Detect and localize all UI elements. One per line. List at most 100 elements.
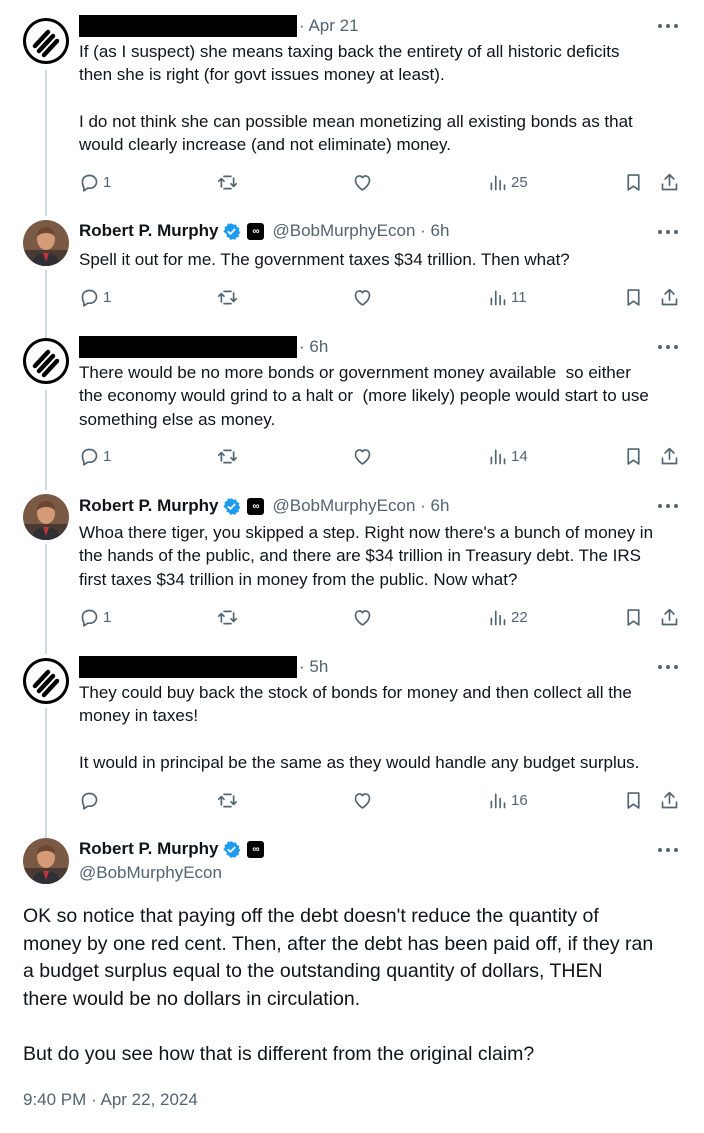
bookmark-icon xyxy=(627,447,640,465)
tweet-timestamp[interactable]: 9:40 PM · Apr 22, 2024 xyxy=(23,1090,198,1110)
more-options-button[interactable] xyxy=(658,23,678,29)
author-handle[interactable]: @BobMurphyEcon xyxy=(79,862,222,884)
views-icon xyxy=(490,793,506,808)
robert-murphy-avatar[interactable] xyxy=(23,838,69,884)
share-button[interactable] xyxy=(659,789,680,811)
tweet-text: They could buy back the stock of bonds f… xyxy=(79,683,640,772)
views-icon xyxy=(490,449,506,464)
more-options-button[interactable] xyxy=(658,229,678,235)
more-options-button[interactable] xyxy=(658,503,678,509)
reply-icon xyxy=(81,609,98,627)
retweet-icon xyxy=(217,793,238,807)
reply-tweet[interactable]: · 6h There would be no more bonds or gov… xyxy=(0,320,704,480)
bookmark-icon xyxy=(627,791,640,809)
views-count: 22 xyxy=(511,608,528,626)
reply-tweet[interactable]: · 5h They could buy back the stock of bo… xyxy=(0,640,704,830)
heart-icon xyxy=(354,289,371,306)
retweet-button[interactable] xyxy=(217,286,238,308)
like-button[interactable] xyxy=(352,445,373,467)
views-count: 14 xyxy=(511,447,528,465)
reply-button[interactable]: 1 xyxy=(79,286,111,308)
like-button[interactable] xyxy=(352,286,373,308)
views-button[interactable]: 16 xyxy=(487,789,528,811)
retweet-button[interactable] xyxy=(217,171,238,193)
tweet-meta: @BobMurphyEcon · 6h xyxy=(272,496,450,515)
reply-count: 1 xyxy=(103,173,112,191)
reply-button[interactable]: 1 xyxy=(79,445,111,467)
tweet-actions: 1 22 xyxy=(79,606,689,628)
anonymous-user-avatar[interactable] xyxy=(23,18,69,64)
share-button[interactable] xyxy=(659,171,680,193)
more-options-button[interactable] xyxy=(658,344,678,350)
reply-tweet[interactable]: Robert P. Murphy ∞ @BobMurphyEcon · 6h S… xyxy=(0,200,704,320)
views-button[interactable]: 11 xyxy=(487,286,527,308)
retweet-button[interactable] xyxy=(217,606,238,628)
author-name[interactable]: Robert P. Murphy xyxy=(79,496,218,516)
like-button[interactable] xyxy=(352,171,373,193)
reply-count: 1 xyxy=(103,288,112,306)
tweet-actions: 16 xyxy=(79,789,689,811)
verified-badge-icon xyxy=(223,222,241,240)
reply-icon xyxy=(81,289,98,307)
share-button[interactable] xyxy=(659,606,680,628)
affiliate-badge-icon: ∞ xyxy=(247,497,265,515)
retweet-button[interactable] xyxy=(217,445,238,467)
retweet-icon xyxy=(217,449,238,463)
anonymous-user-avatar[interactable] xyxy=(23,658,69,704)
tweet-header: Robert P. Murphy ∞ @BobMurphyEcon · 6h xyxy=(79,220,449,242)
views-button[interactable]: 22 xyxy=(487,606,528,628)
tweet-header: Robert P. Murphy ∞ @BobMurphyEcon · 6h xyxy=(79,495,449,517)
share-button[interactable] xyxy=(659,286,680,308)
reply-button[interactable] xyxy=(79,789,103,811)
bookmark-button[interactable] xyxy=(623,171,644,193)
retweet-icon xyxy=(217,610,238,624)
author-name[interactable]: Robert P. Murphy xyxy=(79,221,218,241)
reply-tweet[interactable]: · Apr 21 If (as I suspect) she means tax… xyxy=(0,0,704,200)
share-icon xyxy=(661,608,678,625)
reply-count: 1 xyxy=(103,608,112,626)
reply-count: 1 xyxy=(103,447,112,465)
redacted-username xyxy=(79,15,297,37)
heart-icon xyxy=(354,609,371,626)
verified-badge-icon xyxy=(223,840,241,858)
reply-button[interactable]: 1 xyxy=(79,171,111,193)
tweet-header: · 5h xyxy=(79,656,328,678)
more-options-button[interactable] xyxy=(658,847,678,853)
tweet-actions: 1 14 xyxy=(79,445,689,467)
robert-murphy-avatar[interactable] xyxy=(23,494,69,540)
like-button[interactable] xyxy=(352,789,373,811)
reply-tweet[interactable]: Robert P. Murphy ∞ @BobMurphyEcon · 6h W… xyxy=(0,480,704,640)
heart-icon xyxy=(354,174,371,191)
like-button[interactable] xyxy=(352,606,373,628)
more-options-button[interactable] xyxy=(658,664,678,670)
views-button[interactable]: 25 xyxy=(487,171,528,193)
tweet-meta: @BobMurphyEcon · 6h xyxy=(272,221,450,240)
views-icon xyxy=(490,175,506,190)
reply-icon xyxy=(81,174,98,192)
redacted-username xyxy=(79,336,297,358)
redacted-username xyxy=(79,656,297,678)
tweet-actions: 1 25 xyxy=(79,171,689,193)
tweet-header: · 6h xyxy=(79,336,328,358)
views-count: 16 xyxy=(511,791,528,809)
heart-icon xyxy=(354,792,371,809)
tweet-actions: 1 11 xyxy=(79,286,689,308)
bookmark-button[interactable] xyxy=(623,606,644,628)
anonymous-user-avatar[interactable] xyxy=(23,338,69,384)
reply-icon xyxy=(81,448,98,466)
robert-murphy-avatar[interactable] xyxy=(23,220,69,266)
views-button[interactable]: 14 xyxy=(487,445,528,467)
bookmark-button[interactable] xyxy=(623,445,644,467)
bookmark-button[interactable] xyxy=(623,789,644,811)
author-name[interactable]: Robert P. Murphy xyxy=(79,839,218,859)
tweet-text: There would be no more bonds or governme… xyxy=(79,363,649,429)
views-icon xyxy=(490,290,506,305)
tweet-meta: · Apr 21 xyxy=(299,16,359,35)
affiliate-badge-icon: ∞ xyxy=(247,222,265,240)
reply-button[interactable]: 1 xyxy=(79,606,111,628)
bookmark-button[interactable] xyxy=(623,286,644,308)
tweet-header: · Apr 21 xyxy=(79,15,359,37)
retweet-button[interactable] xyxy=(217,789,238,811)
share-button[interactable] xyxy=(659,445,680,467)
bookmark-icon xyxy=(627,608,640,626)
